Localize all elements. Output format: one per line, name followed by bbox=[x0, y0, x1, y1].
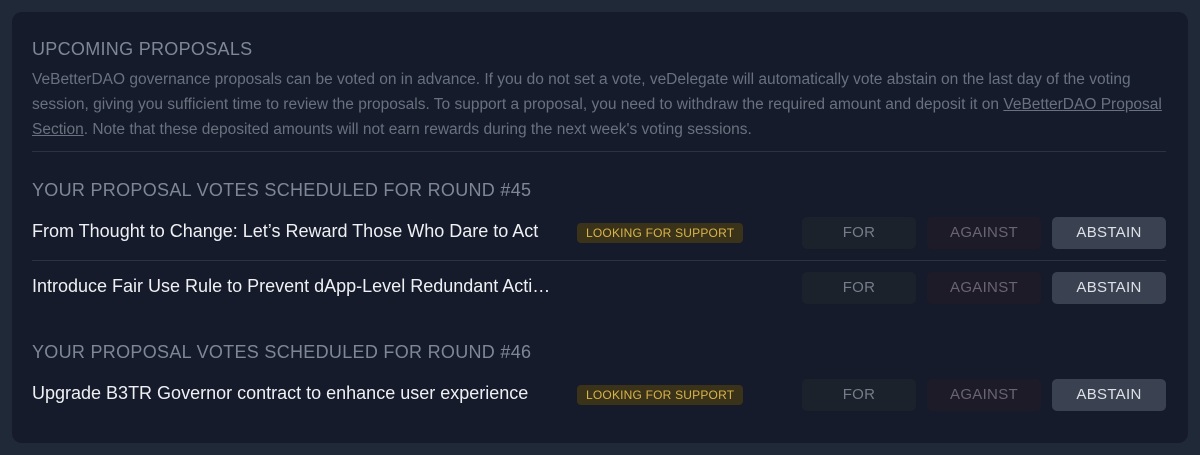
vote-against-button[interactable]: AGAINST bbox=[927, 217, 1041, 249]
vote-against-button[interactable]: AGAINST bbox=[927, 272, 1041, 304]
vote-abstain-button[interactable]: ABSTAIN bbox=[1052, 379, 1166, 411]
vote-against-button[interactable]: AGAINST bbox=[927, 379, 1041, 411]
proposal-title[interactable]: Introduce Fair Use Rule to Prevent dApp-… bbox=[32, 276, 552, 297]
proposal-title[interactable]: Upgrade B3TR Governor contract to enhanc… bbox=[32, 383, 552, 404]
row-divider bbox=[32, 260, 1166, 261]
looking-for-support-badge: LOOKING FOR SUPPORT bbox=[577, 385, 744, 405]
proposal-row: Introduce Fair Use Rule to Prevent dApp-… bbox=[32, 272, 1166, 304]
proposal-title[interactable]: From Thought to Change: Let’s Reward Tho… bbox=[32, 221, 552, 242]
vote-for-button[interactable]: FOR bbox=[802, 379, 916, 411]
section-divider bbox=[32, 151, 1166, 152]
vote-for-button[interactable]: FOR bbox=[802, 217, 916, 249]
upcoming-proposals-title: UPCOMING PROPOSALS bbox=[32, 39, 253, 59]
round-45-heading: YOUR PROPOSAL VOTES SCHEDULED FOR ROUND … bbox=[32, 180, 532, 200]
upcoming-proposals-description: VeBetterDAO governance proposals can be … bbox=[32, 67, 1172, 142]
intro-text-before: VeBetterDAO governance proposals can be … bbox=[32, 71, 1131, 113]
intro-text-after: . Note that these deposited amounts will… bbox=[83, 121, 752, 138]
proposal-row: Upgrade B3TR Governor contract to enhanc… bbox=[32, 379, 1166, 411]
looking-for-support-badge: LOOKING FOR SUPPORT bbox=[577, 223, 744, 243]
round-46-heading: YOUR PROPOSAL VOTES SCHEDULED FOR ROUND … bbox=[32, 342, 532, 362]
vote-abstain-button[interactable]: ABSTAIN bbox=[1052, 217, 1166, 249]
vote-for-button[interactable]: FOR bbox=[802, 272, 916, 304]
proposal-row: From Thought to Change: Let’s Reward Tho… bbox=[32, 217, 1166, 249]
vote-abstain-button[interactable]: ABSTAIN bbox=[1052, 272, 1166, 304]
upcoming-proposals-panel: UPCOMING PROPOSALS VeBetterDAO governanc… bbox=[12, 12, 1188, 443]
